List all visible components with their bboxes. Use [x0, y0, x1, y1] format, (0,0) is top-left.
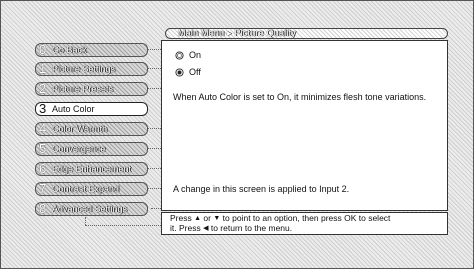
menu-item-number: 1 — [39, 62, 47, 76]
menu-connector — [148, 168, 161, 169]
menu-item-picture-settings[interactable]: 1 Picture Settings — [35, 62, 148, 76]
menu-connector — [148, 148, 161, 149]
left-arrow-icon: ◀ — [203, 224, 209, 232]
menu-item-number: 3 — [39, 102, 47, 116]
radio-unselected-icon[interactable] — [175, 51, 184, 60]
help-connector — [85, 225, 161, 226]
menu-item-auto-color[interactable]: 3 Auto Color — [35, 102, 148, 116]
menu-item-edge-enhancement[interactable]: 6 Edge Enhancement — [35, 162, 148, 176]
menu-item-label: Edge Enhancement — [52, 164, 132, 174]
menu-item-number: 6 — [39, 162, 47, 176]
menu-item-convergence[interactable]: 5 Convergence — [35, 142, 148, 156]
menu-item-picture-presets[interactable]: 2 Picture Presets — [35, 82, 148, 96]
content-panel: On Off When Auto Color is set to On, it … — [161, 40, 448, 211]
menu-item-go-back[interactable]: 0 Go Back — [35, 43, 148, 57]
menu-item-label: Advanced Settings — [52, 204, 128, 214]
option-on-label: On — [189, 50, 202, 60]
menu-item-label: Auto Color — [52, 104, 95, 114]
menu-item-number: 8 — [39, 202, 47, 216]
up-arrow-icon: ▲ — [194, 215, 202, 222]
tv-menu-screen: Main Menu ▸ Picture Quality 0 Go Back 1 … — [0, 0, 474, 269]
help-text: it. Press — [170, 222, 201, 233]
help-text: or — [203, 213, 211, 223]
input-note: A change in this screen is applied to In… — [173, 184, 350, 194]
breadcrumb-current: Picture Quality — [234, 28, 296, 38]
menu-item-label: Go Back — [52, 45, 87, 55]
menu-item-label: Picture Presets — [52, 84, 114, 94]
menu-item-advanced-settings[interactable]: 8 Advanced Settings — [35, 202, 148, 216]
menu-item-number: 4 — [39, 122, 47, 136]
menu-item-contrast-expand[interactable]: 7 Contrast Expand — [35, 182, 148, 196]
menu-connector — [148, 49, 161, 50]
menu-item-label: Picture Settings — [52, 64, 116, 74]
radio-selected-icon[interactable] — [175, 68, 184, 77]
menu-item-number: 2 — [39, 82, 47, 96]
option-description: When Auto Color is set to On, it minimiz… — [173, 92, 427, 102]
help-text: to point to an option, then press OK to … — [222, 213, 391, 223]
help-line-2: it. Press ◀ to return to the menu. — [170, 222, 447, 234]
menu-connector — [148, 128, 161, 129]
menu-connector — [148, 68, 161, 69]
menu-item-number: 7 — [39, 182, 47, 196]
help-connector — [85, 217, 86, 225]
menu-item-label: Convergence — [52, 144, 106, 154]
down-arrow-icon: ▼ — [213, 215, 221, 222]
help-text: to return to the menu. — [210, 222, 293, 233]
breadcrumb: Main Menu ▸ Picture Quality — [165, 28, 448, 39]
option-off-label: Off — [189, 67, 201, 77]
help-text: Press — [170, 213, 192, 223]
menu-item-color-warmth[interactable]: 4 Color Warmth — [35, 122, 148, 136]
menu-connector — [148, 188, 161, 189]
menu-connector — [151, 208, 161, 209]
breadcrumb-text: Main Menu ▸ Picture Quality — [178, 28, 296, 39]
menu-item-label: Contrast Expand — [52, 184, 120, 194]
menu-item-label: Color Warmth — [52, 124, 108, 134]
menu-connector — [148, 88, 161, 89]
breadcrumb-separator-icon: ▸ — [227, 28, 232, 38]
menu-item-number: 5 — [39, 142, 47, 156]
menu-item-number: 0 — [39, 43, 47, 57]
help-panel: Press ▲ or ▼ to point to an option, then… — [161, 212, 448, 235]
breadcrumb-root: Main Menu — [178, 28, 225, 38]
